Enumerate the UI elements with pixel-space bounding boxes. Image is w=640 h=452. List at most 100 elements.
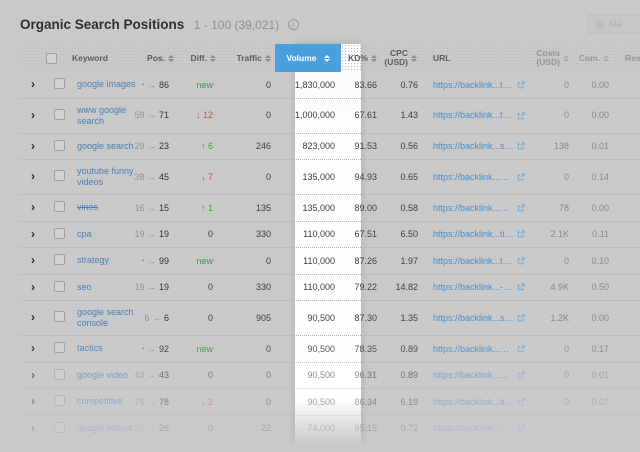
row-checkbox[interactable] — [54, 311, 65, 322]
col-header-costs[interactable]: Costs (USD) — [525, 49, 573, 67]
external-link-icon — [517, 314, 525, 322]
url-link[interactable]: https://backlink...sole — [433, 313, 514, 324]
col-header-cpc[interactable]: CPC (USD) — [381, 49, 421, 67]
col-header-url[interactable]: URL — [421, 54, 525, 63]
url-link[interactable]: https://backlink...deos — [433, 423, 514, 434]
com-cell: 0.14 — [573, 166, 613, 189]
url-link[interactable]: https://backlink...-seo — [433, 282, 514, 293]
col-header-diff[interactable]: Diff. — [178, 54, 220, 63]
checkbox-cell — [46, 72, 72, 98]
external-link-icon — [517, 230, 525, 238]
expand-chevron-icon[interactable]: › — [31, 341, 35, 355]
url-cell: https://backlink...deos — [421, 166, 525, 189]
col-header-kd[interactable]: KD% — [341, 54, 381, 63]
keyword-link[interactable]: cpa — [77, 229, 92, 240]
keyword-link[interactable]: google search console — [77, 307, 136, 329]
url-link[interactable]: https://backlink...tors — [433, 110, 514, 121]
expand-chevron-icon[interactable]: › — [31, 200, 35, 214]
row-checkbox[interactable] — [54, 201, 65, 212]
expand-cell: › — [20, 306, 46, 330]
keyword-link[interactable]: www google search — [77, 105, 136, 127]
url-link[interactable]: https://backlink...tors — [433, 80, 514, 91]
keyword-link[interactable]: competitive — [77, 396, 123, 407]
expand-chevron-icon[interactable]: › — [31, 394, 35, 408]
keyword-link[interactable]: google videos — [77, 423, 133, 434]
com-cell: 0.01 — [573, 135, 613, 158]
keyword-link[interactable]: google search — [77, 141, 134, 152]
info-icon[interactable]: i — [288, 19, 299, 30]
keyword-link[interactable]: tactics — [77, 343, 103, 354]
com-cell: 0.50 — [573, 276, 613, 299]
results-cell — [613, 396, 640, 408]
url-link[interactable]: https://backlink...tion — [433, 397, 514, 408]
position-cell: 43→43 — [136, 364, 178, 387]
url-link[interactable]: https://backlink...deos — [433, 203, 514, 214]
keyword-link[interactable]: strategy — [77, 255, 109, 266]
row-checkbox[interactable] — [54, 78, 65, 89]
external-link-icon — [517, 424, 525, 432]
results-cell — [613, 369, 640, 381]
expand-chevron-icon[interactable]: › — [31, 139, 35, 153]
costs-cell: 0 — [525, 166, 573, 189]
volume-cell: 90,500 — [275, 391, 341, 414]
costs-cell: 78 — [525, 197, 573, 220]
results-cell — [613, 110, 640, 122]
manage-columns-button[interactable]: ⚙ Ma — [588, 14, 640, 34]
sort-icon — [603, 55, 609, 62]
row-checkbox[interactable] — [54, 369, 65, 380]
col-header-volume[interactable]: Volume — [275, 44, 341, 72]
keyword-link[interactable]: youtube funny videos — [77, 166, 136, 188]
col-header-pos[interactable]: Pos. — [136, 54, 178, 63]
kd-cell: 78.35 — [341, 338, 381, 361]
diff-value: 0 — [208, 370, 213, 381]
cpc-cell: 1.35 — [381, 307, 421, 330]
checkbox-cell — [46, 222, 72, 248]
row-checkbox[interactable] — [54, 109, 65, 120]
position-arrow-icon: → — [147, 141, 156, 152]
url-link[interactable]: https://backlink...sole — [433, 141, 514, 152]
row-checkbox[interactable] — [54, 170, 65, 181]
col-header-com[interactable]: Com. — [573, 54, 613, 63]
url-link[interactable]: https://backlink...deos — [433, 172, 514, 183]
position-cell: 38→45 — [136, 166, 178, 189]
keyword-link[interactable]: google video — [77, 370, 128, 381]
col-header-keyword[interactable]: Keyword — [72, 54, 136, 63]
row-checkbox[interactable] — [54, 140, 65, 151]
expand-chevron-icon[interactable]: › — [31, 227, 35, 241]
row-checkbox[interactable] — [54, 342, 65, 353]
volume-cell: 90,500 — [275, 307, 341, 330]
row-checkbox[interactable] — [54, 422, 65, 433]
checkbox-cell — [46, 416, 72, 442]
url-link[interactable]: https://backlink...deos — [433, 370, 514, 381]
col-header-results[interactable]: Resu — [613, 54, 640, 63]
expand-chevron-icon[interactable]: › — [31, 421, 35, 435]
position-cell: 59→71 — [136, 104, 178, 127]
url-link[interactable]: https://backlink...gies — [433, 344, 514, 355]
com-cell: 0.00 — [573, 307, 613, 330]
expand-chevron-icon[interactable]: › — [31, 310, 35, 324]
select-all-checkbox[interactable] — [46, 53, 57, 64]
expand-chevron-icon[interactable]: › — [31, 280, 35, 294]
expand-chevron-icon[interactable]: › — [31, 169, 35, 183]
position-cell: 26→26 — [136, 417, 178, 440]
row-checkbox[interactable] — [54, 228, 65, 239]
traffic-cell: 0 — [220, 74, 275, 97]
row-checkbox[interactable] — [54, 281, 65, 292]
keyword-link[interactable]: seo — [77, 282, 92, 293]
keyword-cell: google video — [72, 364, 136, 387]
expand-cell: › — [20, 135, 46, 159]
expand-chevron-icon[interactable]: › — [31, 108, 35, 122]
keyword-link[interactable]: vines — [77, 202, 98, 213]
expand-chevron-icon[interactable]: › — [31, 77, 35, 91]
expand-chevron-icon[interactable]: › — [31, 368, 35, 382]
row-checkbox[interactable] — [54, 395, 65, 406]
url-link[interactable]: https://backlink...tegy — [433, 256, 514, 267]
row-checkbox[interactable] — [54, 254, 65, 265]
url-link[interactable]: https://backlink...ting — [433, 229, 514, 240]
col-header-traffic[interactable]: Traffic — [220, 54, 275, 63]
traffic-cell: 0 — [220, 166, 275, 189]
sort-icon — [324, 55, 330, 62]
keyword-cell: www google search — [72, 99, 136, 133]
keyword-link[interactable]: google images — [77, 79, 136, 90]
expand-chevron-icon[interactable]: › — [31, 253, 35, 267]
